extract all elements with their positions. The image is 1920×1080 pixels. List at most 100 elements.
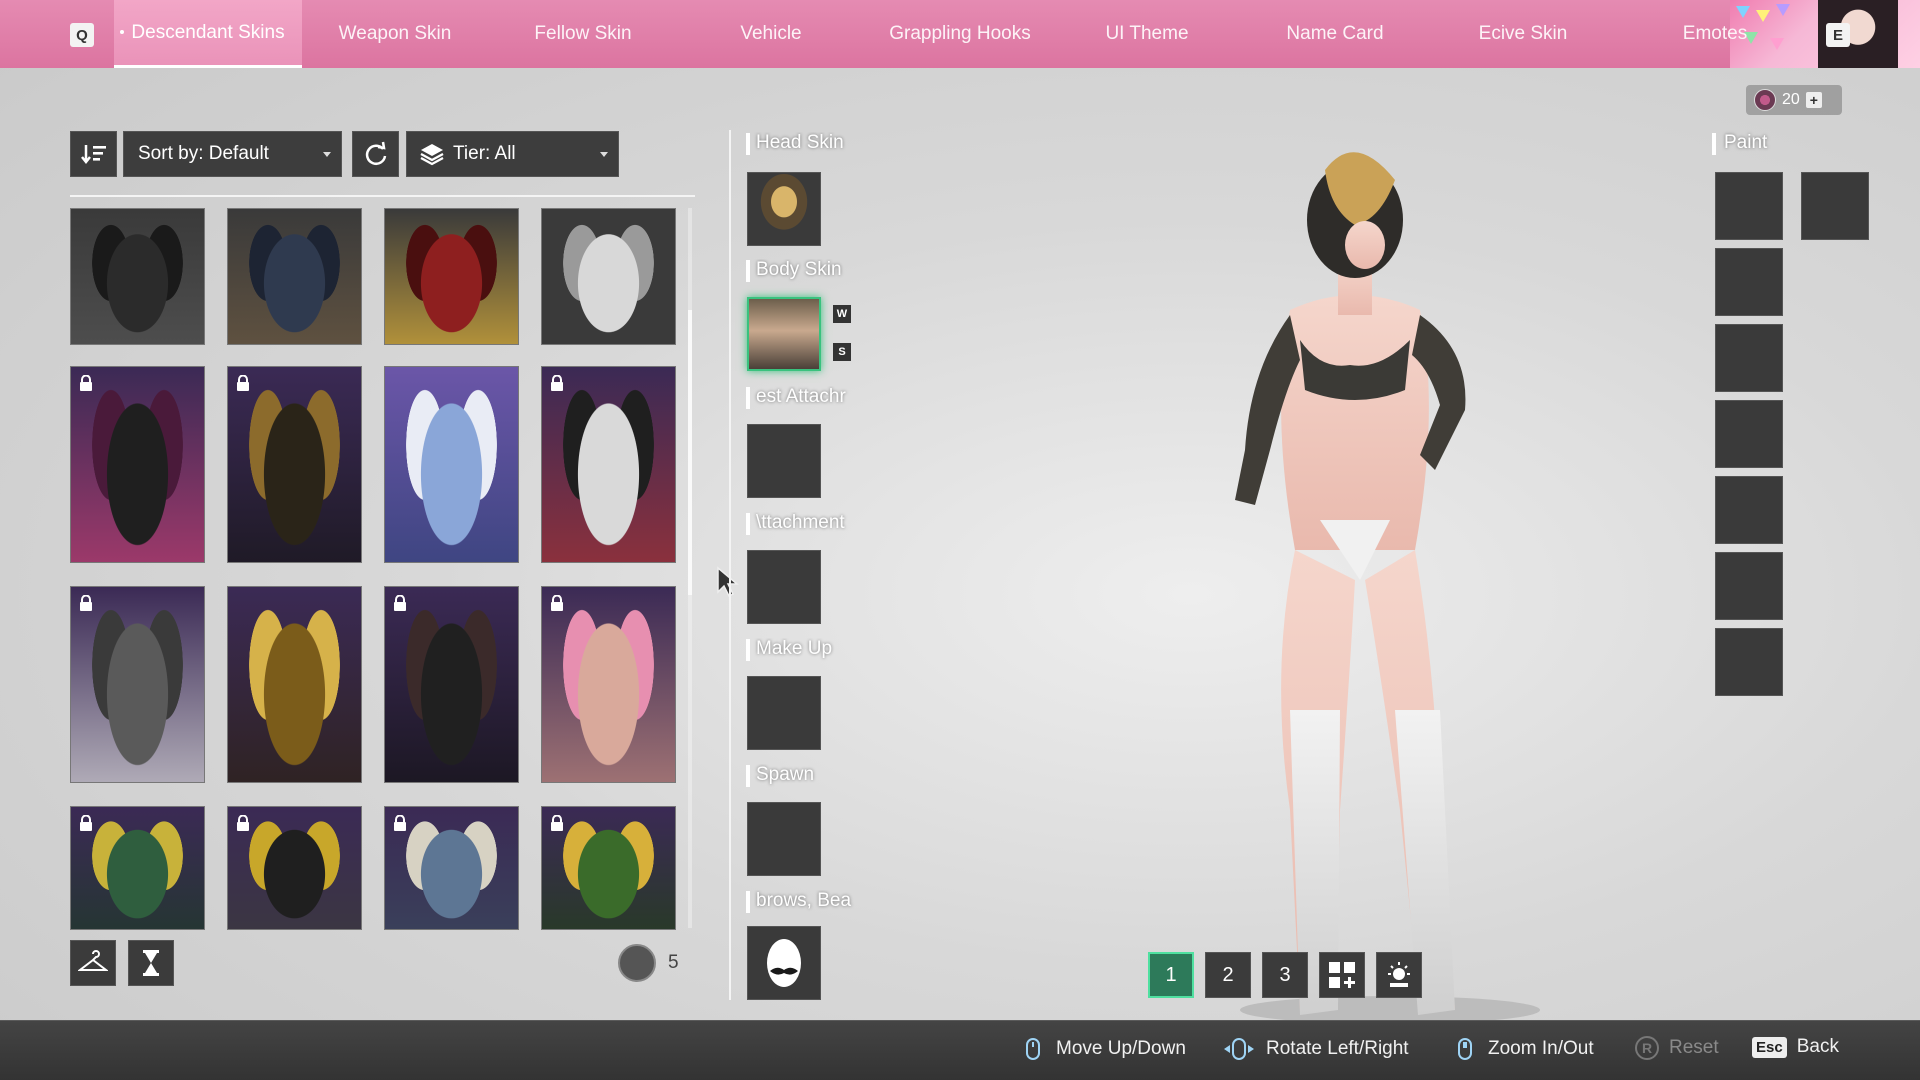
lock-icon <box>551 595 563 611</box>
mouse-scroll-icon <box>1458 1038 1472 1060</box>
plus-icon[interactable]: + <box>1805 92 1822 108</box>
hint-reset[interactable]: R Reset <box>1635 1036 1719 1060</box>
attachment-slot[interactable] <box>747 550 821 624</box>
reset-key: R <box>1635 1036 1659 1060</box>
sort-order-icon <box>80 145 106 165</box>
skin-card[interactable] <box>70 208 205 345</box>
skin-card[interactable] <box>541 208 676 345</box>
hint-move-up-down: Move Up/Down <box>1020 1036 1186 1062</box>
prev-tab-key[interactable]: Q <box>70 23 94 47</box>
slot-label-head-skin: Head Skin <box>746 132 856 156</box>
body-skin-key-w: W <box>833 305 851 323</box>
skin-card[interactable] <box>70 586 205 783</box>
spawn-slot[interactable] <box>747 802 821 876</box>
coin-icon <box>1754 89 1776 111</box>
tab-ui-theme[interactable]: UI Theme <box>1072 0 1222 68</box>
slot-label-chest-attachment: est Attachr <box>746 386 856 410</box>
next-tab-key[interactable]: E <box>1826 23 1850 47</box>
skin-card[interactable] <box>541 366 676 563</box>
hint-rotate: Rotate Left/Right <box>1222 1036 1409 1062</box>
slot-column-divider <box>729 130 731 1000</box>
character-model[interactable] <box>1150 110 1570 1030</box>
slot-label-make-up: Make Up <box>746 638 856 662</box>
hint-zoom: Zoom In/Out <box>1452 1036 1594 1062</box>
lock-icon <box>80 815 92 831</box>
skin-card[interactable] <box>384 586 519 783</box>
slot-label-attachment: \ttachment <box>746 512 856 536</box>
add-preset-icon <box>1329 962 1355 988</box>
paint-slot[interactable] <box>1715 628 1783 696</box>
paint-slot[interactable] <box>1715 400 1783 468</box>
chevron-down-icon <box>323 152 331 157</box>
hint-label: Back <box>1796 1036 1839 1057</box>
hint-back[interactable]: Esc Back <box>1752 1036 1839 1058</box>
tab-vehicle[interactable]: Vehicle <box>696 0 846 68</box>
head-skin-slot[interactable] <box>747 172 821 246</box>
bottom-hint-bar <box>0 1020 1920 1080</box>
tab-descendant-skins[interactable]: Descendant Skins <box>114 0 302 68</box>
tier-dropdown[interactable]: Tier: All <box>406 131 619 177</box>
body-skin-slot[interactable] <box>747 297 821 371</box>
tab-ecive-skin[interactable]: Ecive Skin <box>1448 0 1598 68</box>
mouse-wheel-icon <box>1026 1038 1040 1060</box>
sort-dropdown[interactable]: Sort by: Default <box>123 131 342 177</box>
hint-label: Move Up/Down <box>1056 1038 1186 1059</box>
tab-emotes[interactable]: Emotes <box>1660 0 1770 68</box>
hourglass-icon <box>143 950 159 976</box>
paint-slot[interactable] <box>1715 248 1783 316</box>
add-preset-button[interactable] <box>1319 952 1365 998</box>
storage-box-count: 5 <box>668 952 679 973</box>
skin-card[interactable] <box>227 208 362 345</box>
skin-card[interactable] <box>541 806 676 930</box>
lock-icon <box>237 815 249 831</box>
storage-box-icon[interactable] <box>618 944 656 982</box>
grid-scrollbar-thumb[interactable] <box>688 310 692 595</box>
eyebrows-beard-slot[interactable] <box>747 926 821 1000</box>
hint-label: Rotate Left/Right <box>1266 1038 1409 1059</box>
lighting-icon <box>1388 962 1410 987</box>
preset-2-button[interactable]: 2 <box>1205 952 1251 998</box>
tab-weapon-skin[interactable]: Weapon Skin <box>320 0 470 68</box>
lock-icon <box>394 815 406 831</box>
paint-slot[interactable] <box>1801 172 1869 240</box>
skin-card[interactable] <box>384 208 519 345</box>
preset-3-button[interactable]: 3 <box>1262 952 1308 998</box>
sort-order-button[interactable] <box>70 131 117 177</box>
mouse-drag-icon <box>1224 1038 1254 1060</box>
chest-attachment-slot[interactable] <box>747 424 821 498</box>
slot-label-eyebrows-beard: brows, Bea <box>746 890 856 914</box>
skin-card[interactable] <box>227 806 362 930</box>
slot-label-body-skin: Body Skin <box>746 259 856 283</box>
refresh-icon <box>365 141 386 165</box>
wardrobe-button[interactable] <box>70 940 116 986</box>
paint-label: Paint <box>1712 132 1767 155</box>
skin-card[interactable] <box>541 586 676 783</box>
paint-slot[interactable] <box>1715 476 1783 544</box>
grid-divider <box>70 195 695 197</box>
paint-slot[interactable] <box>1715 324 1783 392</box>
paint-slot[interactable] <box>1715 552 1783 620</box>
skin-card[interactable] <box>227 366 362 563</box>
lighting-button[interactable] <box>1376 952 1422 998</box>
lock-icon <box>551 375 563 391</box>
skin-card[interactable] <box>70 366 205 563</box>
sort-label: Sort by: Default <box>138 143 269 164</box>
tab-fellow-skin[interactable]: Fellow Skin <box>508 0 658 68</box>
make-up-slot[interactable] <box>747 676 821 750</box>
skin-card[interactable] <box>70 806 205 930</box>
skin-card[interactable] <box>384 366 519 563</box>
skin-card[interactable] <box>227 586 362 783</box>
tab-grappling-hooks[interactable]: Grappling Hooks <box>870 0 1050 68</box>
currency-display: 20 + <box>1746 85 1842 115</box>
skin-card[interactable] <box>384 806 519 930</box>
tier-label: Tier: All <box>453 143 516 164</box>
paint-slot[interactable] <box>1715 172 1783 240</box>
layers-icon <box>420 144 444 166</box>
reset-filter-button[interactable] <box>352 131 399 177</box>
preset-1-button[interactable]: 1 <box>1148 952 1194 998</box>
timed-items-button[interactable] <box>128 940 174 986</box>
slot-label-spawn: Spawn <box>746 764 856 788</box>
tab-name-card[interactable]: Name Card <box>1260 0 1410 68</box>
lock-icon <box>551 815 563 831</box>
esc-key: Esc <box>1752 1036 1787 1058</box>
